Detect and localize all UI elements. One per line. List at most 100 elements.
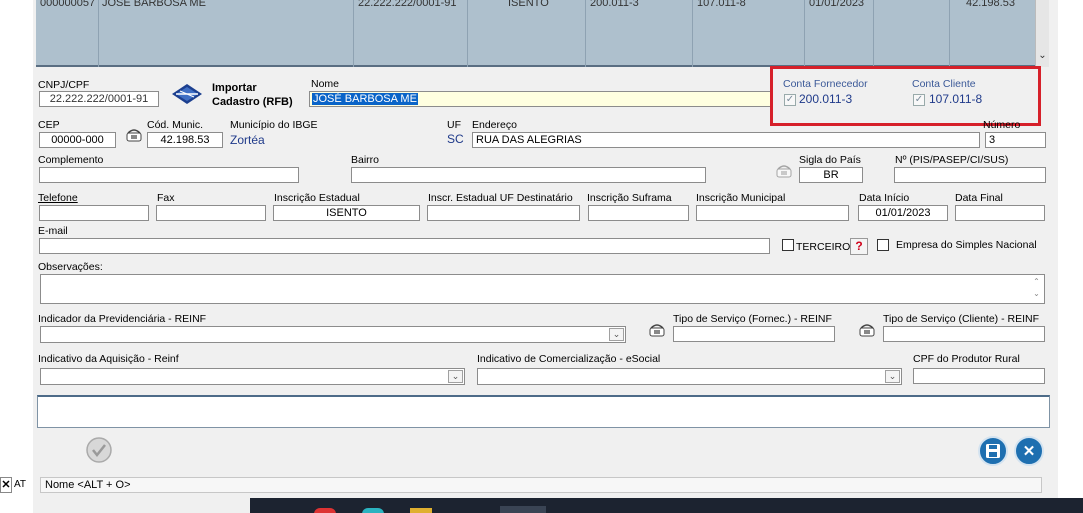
nome-label: Nome	[311, 78, 340, 90]
grid-cell-empty	[874, 0, 950, 67]
complemento-label: Complemento	[38, 154, 104, 166]
tipo-serv-forn-field[interactable]	[673, 326, 835, 342]
highlight-box	[770, 66, 1041, 126]
terceiro-checkbox[interactable]	[782, 239, 794, 251]
sigla-pais-label: Sigla do País	[799, 154, 861, 166]
terceiro-label[interactable]: TERCEIRO	[796, 241, 850, 253]
close-icon[interactable]: ✕	[0, 477, 12, 493]
uf-label: UF	[447, 119, 461, 131]
numero-label: Número	[983, 119, 1021, 131]
phone-lookup-icon[interactable]	[125, 127, 143, 143]
ind-comerc-label: Indicativo de Comercialização - eSocial	[477, 353, 661, 365]
grid-cell-municipio: 42.198.53	[966, 0, 1015, 9]
sigla-pais-field[interactable]: BR	[799, 167, 863, 183]
cep-label: CEP	[38, 119, 60, 131]
chevron-down-icon[interactable]: ⌄	[1038, 50, 1046, 61]
data-inicio-label: Data Início	[859, 192, 910, 204]
phone-lookup-icon-3[interactable]	[858, 322, 876, 338]
fax-field[interactable]	[156, 205, 266, 221]
cpf-produtor-label: CPF do Produtor Rural	[913, 353, 1020, 365]
ind-prev-select[interactable]: ⌄	[40, 326, 626, 343]
bottom-panel	[37, 395, 1050, 428]
grid-cell-code: 000000057	[36, 0, 99, 67]
cod-munic-field[interactable]: 42.198.53	[147, 132, 223, 148]
numero-field[interactable]: 3	[985, 132, 1046, 148]
grid-cell-name: JOSÉ BARBOSA ME	[99, 0, 354, 67]
simples-checkbox[interactable]	[877, 239, 889, 251]
import-label-line1[interactable]: Importar	[212, 82, 257, 94]
chevron-down-icon[interactable]: ⌄	[609, 328, 624, 341]
status-bar: Nome <ALT + O>	[40, 477, 1042, 493]
import-label-line2[interactable]: Cadastro (RFB)	[212, 96, 293, 108]
telefone-field[interactable]	[39, 205, 149, 221]
save-button[interactable]	[978, 436, 1008, 466]
cep-field[interactable]: 00000-000	[39, 132, 116, 148]
uf-value: SC	[447, 132, 464, 146]
data-inicio-field[interactable]: 01/01/2023	[858, 205, 948, 221]
bairro-label: Bairro	[351, 154, 380, 166]
background-left	[0, 0, 33, 513]
taskbar-active-app[interactable]	[500, 506, 546, 513]
cnpj-label: CNPJ/CPF	[38, 79, 90, 91]
grid-cell-cnpj: 22.222.222/0001-91	[354, 0, 468, 67]
nis-label: Nº (PIS/PASEP/CI/SUS)	[895, 154, 1009, 166]
simples-label[interactable]: Empresa do Simples Nacional	[896, 239, 1037, 251]
chevron-down-icon[interactable]: ⌄	[885, 370, 900, 383]
ie-label: Inscrição Estadual	[274, 192, 360, 204]
taskbar	[250, 498, 1083, 513]
obs-textarea[interactable]: ⌃ ⌄	[40, 274, 1045, 304]
help-button[interactable]: ?	[850, 238, 868, 255]
cnpj-field[interactable]: 22.222.222/0001-91	[39, 91, 159, 107]
suframa-label: Inscrição Suframa	[587, 192, 672, 204]
receita-federal-icon[interactable]	[170, 82, 204, 108]
bairro-field[interactable]	[351, 167, 706, 183]
phone-lookup-disabled-icon	[775, 163, 793, 179]
taskbar-app-icon[interactable]	[362, 508, 384, 513]
ind-aquisicao-label: Indicativo da Aquisição - Reinf	[38, 353, 179, 365]
municipio-label: Município do IBGE	[230, 119, 318, 131]
cod-munic-label: Cód. Munic.	[147, 119, 204, 131]
telefone-label: Telefone	[38, 192, 78, 204]
im-label: Inscrição Municipal	[696, 192, 786, 204]
close-icon: ✕	[1022, 443, 1036, 460]
phone-lookup-icon-2[interactable]	[648, 322, 666, 338]
data-final-label: Data Final	[955, 192, 1003, 204]
complemento-field[interactable]	[39, 167, 299, 183]
email-field[interactable]	[39, 238, 770, 254]
tipo-serv-forn-label: Tipo de Serviço (Fornec.) - REINF	[673, 313, 832, 325]
close-button[interactable]: ✕	[1014, 436, 1044, 466]
tipo-serv-cli-label: Tipo de Serviço (Cliente) - REINF	[883, 313, 1039, 325]
obs-scrollbar[interactable]: ⌃ ⌄	[1030, 276, 1043, 302]
ie-uf-dest-label: Inscr. Estadual UF Destinatário	[428, 192, 573, 204]
data-final-field[interactable]	[955, 205, 1045, 221]
tipo-serv-cli-field[interactable]	[883, 326, 1045, 342]
floppy-icon	[986, 444, 1000, 458]
ie-field[interactable]: ISENTO	[273, 205, 420, 221]
background-window-text: AT	[14, 479, 27, 490]
ind-prev-label: Indicador da Previdenciária - REINF	[38, 313, 207, 325]
municipio-value: Zortéa	[230, 133, 265, 147]
records-grid[interactable]: 000000057 JOSÉ BARBOSA ME 22.222.222/000…	[36, 0, 1049, 67]
grid-scrollbar[interactable]: ⌄	[1035, 0, 1049, 67]
taskbar-folder-icon[interactable]	[410, 508, 432, 513]
nome-field[interactable]: JOSÉ BARBOSA ME	[309, 91, 771, 107]
ind-aquisicao-select[interactable]: ⌄	[40, 368, 465, 385]
chevron-down-icon[interactable]: ⌄	[448, 370, 463, 383]
ie-uf-dest-field[interactable]	[427, 205, 580, 221]
obs-label: Observações:	[38, 261, 103, 273]
background-right	[1058, 0, 1083, 513]
grid-cell-conta-fornecedor: 200.011-3	[586, 0, 693, 67]
cpf-produtor-field[interactable]	[913, 368, 1045, 384]
ind-comerc-select[interactable]: ⌄	[477, 368, 902, 385]
endereco-label: Endereço	[472, 119, 517, 131]
confirm-disabled-icon[interactable]	[85, 436, 113, 464]
grid-cell-data: 01/01/2023	[805, 0, 874, 67]
im-field[interactable]	[696, 205, 849, 221]
nis-field[interactable]	[894, 167, 1046, 183]
taskbar-app-icon[interactable]	[314, 508, 336, 513]
grid-cell-ie: ISENTO	[468, 0, 586, 67]
fax-label: Fax	[157, 192, 175, 204]
suframa-field[interactable]	[588, 205, 689, 221]
endereco-field[interactable]: RUA DAS ALEGRIAS	[472, 132, 980, 148]
nome-selected-text: JOSÉ BARBOSA ME	[312, 93, 418, 105]
